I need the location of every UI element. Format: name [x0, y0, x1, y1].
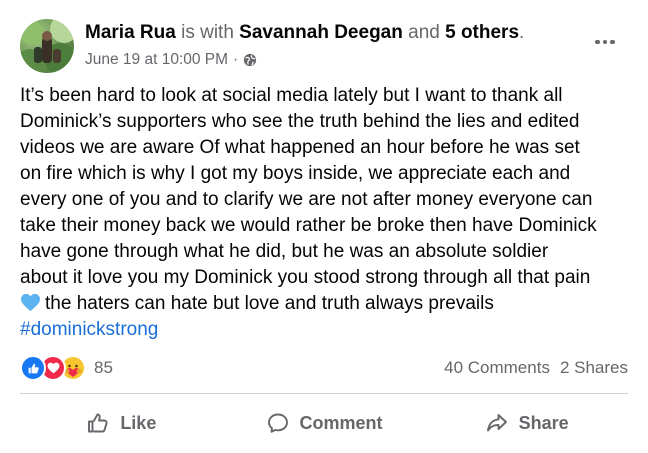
- action-bar: Like Comment Share: [20, 396, 628, 450]
- divider: [20, 393, 628, 394]
- dot: [602, 39, 608, 45]
- text-line: It’s been hard to look at social media l…: [20, 85, 563, 106]
- last-line-text: the haters can hate but love and truth a…: [45, 293, 494, 314]
- facebook-post: Maria Rua is with Savannah Deegan and 5 …: [0, 0, 648, 453]
- engagement-counts: 40 Comments 2 Shares: [444, 358, 628, 378]
- share-arrow-icon: [485, 411, 509, 435]
- post-text: It’s been hard to look at social media l…: [20, 83, 635, 343]
- reactions-summary[interactable]: 85: [20, 355, 113, 381]
- trailing-period: .: [519, 22, 525, 43]
- shares-count[interactable]: 2 Shares: [560, 358, 628, 378]
- text-line: Dominick’s supporters who see the truth …: [20, 111, 580, 132]
- author-line: Maria Rua is with Savannah Deegan and 5 …: [85, 22, 524, 44]
- dot: [595, 39, 600, 45]
- post-meta: June 19 at 10:00 PM ·: [85, 50, 257, 70]
- blue-heart-emoji: [20, 293, 41, 312]
- text-line: on fire which is why I got my boys insid…: [20, 163, 571, 184]
- comment-label: Comment: [299, 412, 383, 433]
- author-avatar[interactable]: [20, 19, 74, 73]
- comment-bubble-icon: [266, 411, 290, 435]
- tagged-person[interactable]: Savannah Deegan: [239, 22, 403, 43]
- comment-button[interactable]: Comment: [223, 396, 426, 450]
- text-line: every one of you and to clarify we are n…: [20, 189, 593, 210]
- text-line: take their money back we would rather be…: [20, 215, 597, 236]
- like-button[interactable]: Like: [20, 396, 223, 450]
- reaction-icons: [20, 355, 86, 381]
- comments-count[interactable]: 40 Comments: [444, 358, 550, 378]
- reaction-count[interactable]: 85: [94, 358, 113, 378]
- text-line-last: the haters can hate but love and truth a…: [20, 291, 635, 317]
- share-button[interactable]: Share: [425, 396, 628, 450]
- text-line: about it love you my Dominick you stood …: [20, 267, 591, 288]
- text-line: videos we are aware Of what happened an …: [20, 137, 580, 158]
- meta-separator: ·: [233, 51, 239, 68]
- tagged-others[interactable]: 5 others: [445, 22, 519, 43]
- more-options-icon[interactable]: [590, 35, 620, 49]
- like-reaction-icon: [20, 355, 46, 381]
- post-date[interactable]: June 19 at 10:00 PM: [85, 50, 228, 70]
- with-text: is with: [181, 22, 234, 43]
- dot: [610, 39, 615, 45]
- text-line: have gone through what he did, but he wa…: [20, 241, 549, 262]
- thumbs-up-icon: [86, 411, 110, 435]
- author-name[interactable]: Maria Rua: [85, 22, 176, 43]
- globe-icon[interactable]: [243, 53, 257, 67]
- share-label: Share: [518, 412, 569, 433]
- like-label: Like: [120, 412, 157, 433]
- and-text: and: [408, 22, 440, 43]
- hashtag-link[interactable]: #dominickstrong: [20, 317, 158, 343]
